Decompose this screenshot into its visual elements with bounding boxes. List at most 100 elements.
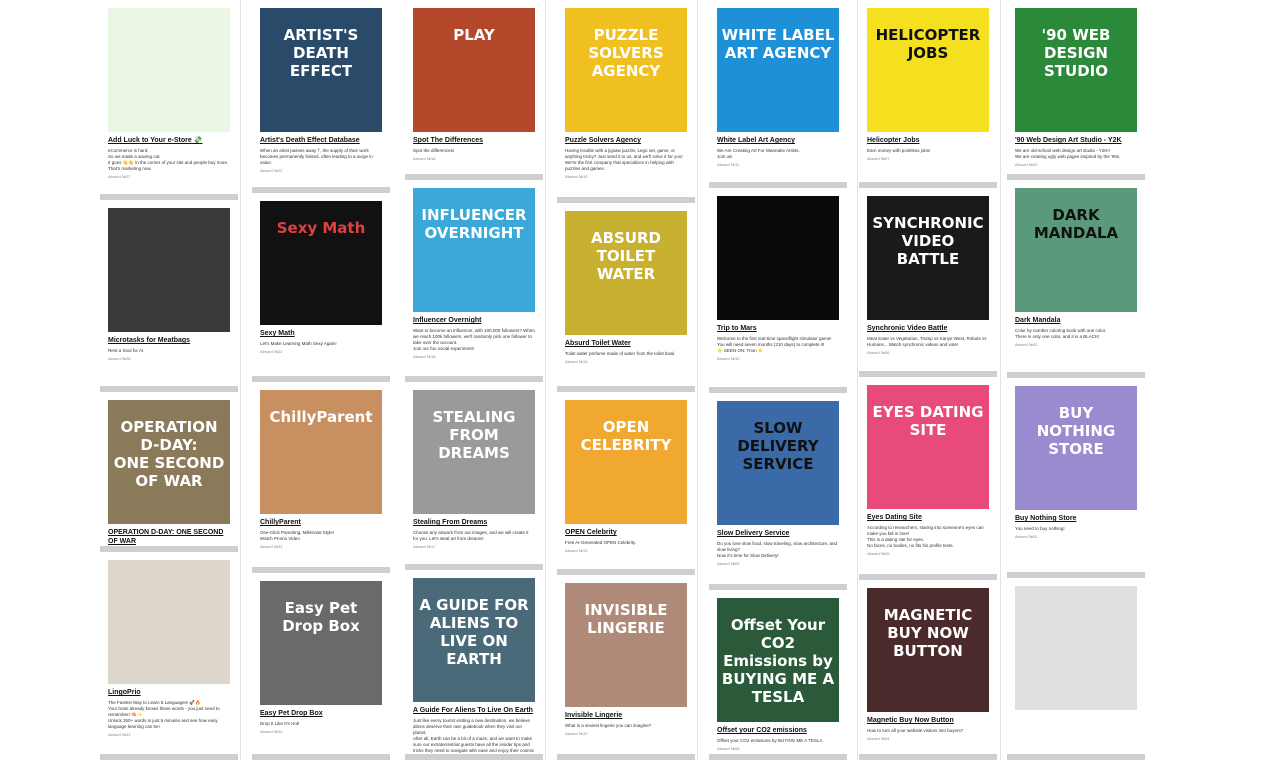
product-thumbnail[interactable] <box>717 196 839 320</box>
product-thumbnail[interactable] <box>108 560 230 684</box>
product-thumbnail[interactable]: ARTIST'S DEATH EFFECT <box>260 8 382 132</box>
product-card[interactable]: HELICOPTER JOBS Helicopter Jobs Earn money… <box>859 0 997 188</box>
thumbnail-caption: SLOW DELIVERY SERVICE <box>737 419 819 473</box>
product-title-link[interactable]: Add Luck to Your e-Store 💸 <box>108 136 230 145</box>
product-card[interactable]: Offset Your CO2 Emissions by BUYING ME A… <box>709 590 847 760</box>
product-card[interactable]: DARK MANDALA Dark Mandala Color by number … <box>1007 180 1145 378</box>
product-number: Absurd №31 <box>260 544 283 549</box>
product-number: Absurd №15 <box>565 174 588 179</box>
product-card[interactable]: EYES DATING SITE Eyes Dating Site Accordin… <box>859 377 997 580</box>
product-card[interactable]: ARTIST'S DEATH EFFECT Artist's Death Effe… <box>252 0 390 193</box>
product-title-link[interactable]: Spot The Differences <box>413 136 535 145</box>
product-title-link[interactable]: Buy Nothing Store <box>1015 514 1137 523</box>
product-title-link[interactable]: Offset your CO2 emissions <box>717 726 839 735</box>
thumbnail-caption: PUZZLE SOLVERS AGENCY <box>588 26 664 80</box>
product-thumbnail[interactable]: Easy Pet Drop Box <box>260 581 382 705</box>
product-thumbnail[interactable]: STEALING FROM DREAMS <box>413 390 535 514</box>
product-title-link[interactable]: Absurd Toilet Water <box>565 339 687 348</box>
product-card[interactable]: BUY NOTHING STORE Buy Nothing Store You ne… <box>1007 378 1145 578</box>
product-thumbnail[interactable] <box>108 208 230 332</box>
thumbnail-caption: BUY NOTHING STORE <box>1036 404 1116 458</box>
product-title-link[interactable]: White Label Art Agency <box>717 136 839 145</box>
product-card[interactable]: INFLUENCER OVERNIGHT Influencer Overnight… <box>405 180 543 382</box>
product-card[interactable]: PUZZLE SOLVERS AGENCY Puzzle Solvers Agen… <box>557 0 695 203</box>
product-number: Absurd №16 <box>413 156 436 161</box>
product-thumbnail[interactable]: EYES DATING SITE <box>867 385 989 509</box>
product-thumbnail[interactable]: DARK MANDALA <box>1015 188 1137 312</box>
product-title-link[interactable]: Easy Pet Drop Box <box>260 709 382 718</box>
product-card[interactable]: WHITE LABEL ART AGENCY White Label Art Ag… <box>709 0 847 188</box>
product-description: How to turn all your website visitors in… <box>867 728 964 733</box>
product-number: Absurd №04 <box>867 736 890 741</box>
product-thumbnail[interactable] <box>108 8 230 132</box>
product-title-link[interactable]: Dark Mandala <box>1015 316 1137 325</box>
product-thumbnail[interactable]: INVISIBLE LINGERIE <box>565 583 687 707</box>
product-description: Want to become an influencer, with 100,0… <box>413 328 535 351</box>
product-title-link[interactable]: LingoPrio <box>108 688 230 697</box>
product-card[interactable]: MAGNETIC BUY NOW BUTTON Magnetic Buy Now … <box>859 580 997 760</box>
product-card[interactable]: ABSURD TOILET WATER Absurd Toilet Water To… <box>557 203 695 392</box>
product-card[interactable]: LingoPrio The Fastest Way to Learn 5 Lang… <box>100 552 238 760</box>
product-card[interactable]: ChillyParent ChillyParent One-Click Parent… <box>252 382 390 573</box>
product-title-link[interactable]: Eyes Dating Site <box>867 513 989 522</box>
product-card[interactable] <box>1007 578 1145 760</box>
thumbnail-caption: INVISIBLE LINGERIE <box>584 601 668 637</box>
product-title-link[interactable]: Slow Delivery Service <box>717 529 839 538</box>
product-thumbnail[interactable]: SYNCHRONIC VIDEO BATTLE <box>867 196 989 320</box>
product-thumbnail[interactable] <box>1015 586 1137 710</box>
product-thumbnail[interactable]: Offset Your CO2 Emissions by BUYING ME A… <box>717 598 839 722</box>
thumbnail-caption: A GUIDE FOR ALIENS TO LIVE ON EARTH <box>419 596 529 668</box>
product-thumbnail[interactable]: PUZZLE SOLVERS AGENCY <box>565 8 687 132</box>
product-thumbnail[interactable]: A GUIDE FOR ALIENS TO LIVE ON EARTH <box>413 578 535 702</box>
product-number: Absurd №27 <box>108 174 131 179</box>
product-card[interactable]: SYNCHRONIC VIDEO BATTLE Synchronic Video … <box>859 188 997 377</box>
product-thumbnail[interactable]: BUY NOTHING STORE <box>1015 386 1137 510</box>
product-card[interactable]: PLAY Spot The Differences Spot the differe… <box>405 0 543 180</box>
product-description: Offset your CO2 emissions by BUYING ME A… <box>717 738 824 743</box>
product-card[interactable]: OPERATION D-DAY: ONE SECOND OF WAR OPERAT… <box>100 392 238 552</box>
product-card[interactable]: STEALING FROM DREAMS Stealing From Dreams… <box>405 382 543 570</box>
product-card[interactable]: INVISIBLE LINGERIE Invisible Lingerie What… <box>557 575 695 760</box>
product-title-link[interactable]: Puzzle Solvers Agency <box>565 136 687 145</box>
product-thumbnail[interactable]: ABSURD TOILET WATER <box>565 211 687 335</box>
product-title-link[interactable]: Influencer Overnight <box>413 316 535 325</box>
product-thumbnail[interactable]: '90 WEB DESIGN STUDIO <box>1015 8 1137 132</box>
product-title-link[interactable]: Sexy Math <box>260 329 382 338</box>
product-title-link[interactable]: Microtasks for Meatbags <box>108 336 230 345</box>
product-card[interactable]: OPEN CELEBRITY OPEN Celebrity Free AI-Gene… <box>557 392 695 575</box>
product-title-link[interactable]: Magnetic Buy Now Button <box>867 716 989 725</box>
product-thumbnail[interactable]: MAGNETIC BUY NOW BUTTON <box>867 588 989 712</box>
product-title-link[interactable]: Trip to Mars <box>717 324 839 333</box>
product-card[interactable]: Trip to Mars Welcome to the first real-ti… <box>709 188 847 393</box>
product-thumbnail[interactable]: OPERATION D-DAY: ONE SECOND OF WAR <box>108 400 230 524</box>
product-title-link[interactable]: OPERATION D-DAY: ONE SECOND OF WAR <box>108 528 230 546</box>
product-thumbnail[interactable]: ChillyParent <box>260 390 382 514</box>
product-title-link[interactable]: Helicopter Jobs <box>867 136 989 145</box>
product-thumbnail[interactable]: OPEN CELEBRITY <box>565 400 687 524</box>
product-card[interactable]: Microtasks for Meatbags Rent a Soul for A… <box>100 200 238 392</box>
product-card[interactable]: Add Luck to Your e-Store 💸 eCommerce is h… <box>100 0 238 200</box>
product-card[interactable]: A GUIDE FOR ALIENS TO LIVE ON EARTH A Gui… <box>405 570 543 760</box>
product-title-link[interactable]: Invisible Lingerie <box>565 711 687 720</box>
product-thumbnail[interactable]: PLAY <box>413 8 535 132</box>
product-card[interactable]: Easy Pet Drop Box Easy Pet Drop Box Drop I… <box>252 573 390 760</box>
product-description: What is a sexiest lingerie you can imagi… <box>565 723 652 728</box>
product-title-link[interactable]: A Guide For Aliens To Live On Earth <box>413 706 535 715</box>
thumbnail-caption: PLAY <box>453 26 495 44</box>
product-title-link[interactable]: ChillyParent <box>260 518 382 527</box>
product-thumbnail[interactable]: HELICOPTER JOBS <box>867 8 989 132</box>
product-thumbnail[interactable]: WHITE LABEL ART AGENCY <box>717 8 839 132</box>
product-thumbnail[interactable]: SLOW DELIVERY SERVICE <box>717 401 839 525</box>
product-card[interactable]: Sexy Math Sexy Math Let's Make Learning Ma… <box>252 193 390 382</box>
product-title-link[interactable]: OPEN Celebrity <box>565 528 687 537</box>
product-thumbnail[interactable]: Sexy Math <box>260 201 382 325</box>
product-title-link[interactable]: Stealing From Dreams <box>413 518 535 527</box>
product-title-link[interactable]: Synchronic Video Battle <box>867 324 989 333</box>
product-title-link[interactable]: '90 Web Design Art Studio - Y2K <box>1015 136 1137 145</box>
product-card[interactable]: '90 WEB DESIGN STUDIO '90 Web Design Art … <box>1007 0 1145 180</box>
product-title-link[interactable]: Artist's Death Effect Database <box>260 136 382 145</box>
product-description: One-Click Parenting, Millennial Style! W… <box>260 530 335 541</box>
product-description: When an artist passes away †, the supply… <box>260 148 373 165</box>
product-card[interactable]: SLOW DELIVERY SERVICE Slow Delivery Servi… <box>709 393 847 590</box>
product-thumbnail[interactable]: INFLUENCER OVERNIGHT <box>413 188 535 312</box>
